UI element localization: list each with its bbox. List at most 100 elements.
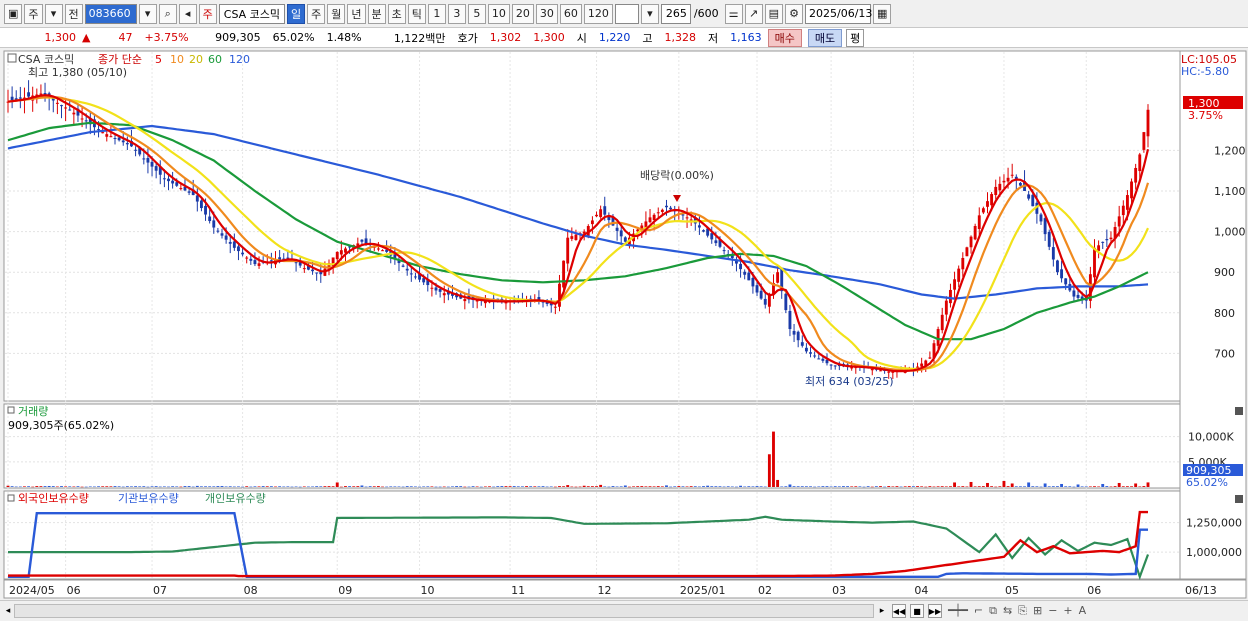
volume-bar [504,486,508,487]
candle-body [253,260,257,265]
low-label: 저 [708,31,719,45]
volume-panel-close-icon[interactable] [1235,407,1243,415]
volume-bar [315,486,319,487]
link-icon[interactable]: ⇆ [1003,604,1012,618]
volume-bar [508,486,512,487]
date-input[interactable]: 2025/06/13 [805,3,872,24]
period-button-day[interactable]: 일 [287,3,306,24]
volume-bar [368,486,372,487]
volume-bar [763,486,767,488]
turnover-pct: 1.48% [326,31,362,44]
first-page-icon[interactable]: ◀◀ [892,604,906,618]
candle-body [335,251,339,260]
candle-body [224,235,228,240]
volume-panel-icon[interactable] [7,406,15,414]
candle-body [969,236,973,248]
candle-body [648,217,652,223]
period-dropdown[interactable]: 주 [24,3,43,24]
gear-icon[interactable]: ⚙ [785,3,804,24]
volume-bar [990,486,994,487]
volume-bar [870,486,874,488]
save-icon[interactable]: ▤ [764,3,784,24]
eval-button[interactable]: 평 [846,28,865,47]
scroll-track[interactable] [14,604,874,618]
next-page-icon[interactable]: ▶▶ [928,604,942,618]
interval-button-60[interactable]: 60 [559,3,582,24]
interval-button-1[interactable]: 1 [427,3,446,24]
dropdown-arrow-icon[interactable]: ▾ [44,3,63,24]
volume-bar [10,486,14,487]
interval-button-30[interactable]: 30 [535,3,558,24]
crosshair-icon[interactable]: ⌐ [974,604,983,618]
candle-body [1027,194,1031,199]
volume-bar [204,486,207,487]
period-button-year[interactable]: 년 [347,3,366,24]
volume-bar [636,486,640,487]
volume-bar [1097,486,1101,488]
holdings-panel-icon[interactable] [7,494,15,502]
search-icon[interactable]: ⌕ [158,3,177,24]
calendar-icon[interactable]: ▦ [873,3,892,24]
volume-value: 909,305 [215,31,261,44]
scroll-left-icon[interactable]: ◂ [2,604,14,618]
code-dropdown-icon[interactable]: ▾ [138,3,157,24]
volume-bar [18,486,22,488]
code-type-button[interactable]: 전 [64,3,83,24]
date-tick-label: 06/13 [1185,584,1217,597]
period-button-week[interactable]: 주 [307,3,326,24]
bar-count-input[interactable]: 265 [660,3,691,24]
candle-body [1002,180,1006,183]
indicator-icon[interactable]: ⚌ [724,3,743,24]
volume-bar [619,486,623,487]
interval-button-5[interactable]: 5 [467,3,486,24]
period-button-minute[interactable]: 분 [367,3,386,24]
bar-max-label: /600 [693,7,719,20]
interval-dropdown-icon[interactable]: ▾ [640,3,659,24]
scroll-right-icon[interactable]: ▸ [876,604,888,618]
panel-icon[interactable] [7,53,17,63]
volume-bar [274,486,277,488]
interval-button-20[interactable]: 20 [511,3,534,24]
open-label: 시 [576,31,587,45]
stop-icon[interactable]: ■ [910,604,924,618]
interval-button-10[interactable]: 10 [487,3,510,24]
copy-icon[interactable]: ⎘ [1018,604,1027,618]
candle-body [434,287,438,291]
sell-button[interactable]: 매도 [807,28,843,47]
candle-body [422,278,426,283]
volume-bar [311,486,314,488]
period-button-second[interactable]: 초 [387,3,406,24]
dividend-annotation: 배당락(0.00%) [640,169,714,182]
layout-icon[interactable]: ▣ [4,3,23,24]
buy-button[interactable]: 매수 [767,28,802,47]
candle-body [595,214,598,217]
volume-bar [125,486,129,487]
interval-button-3[interactable]: 3 [447,3,466,24]
sound-icon[interactable]: ◂ [178,3,197,24]
legend-ma120: 120 [229,53,250,66]
date-tick-label: 10 [421,584,435,597]
stock-chart[interactable]: 7008009001,0001,1001,2005,000K10,000K1,0… [0,49,1248,600]
compare-icon[interactable]: ⧉ [989,604,997,618]
layout-split-icon[interactable]: ⊞ [1033,604,1042,618]
volume-bar [39,486,43,487]
zoom-slider-icon[interactable]: ━┿━ [948,604,968,618]
interval-custom-input[interactable] [614,3,639,24]
stock-code-input[interactable]: 083660 [84,3,137,24]
zoom-in-icon[interactable]: + [1063,604,1072,618]
period-button-tick[interactable]: 틱 [407,3,426,24]
interval-button-120[interactable]: 120 [583,3,613,24]
candle-body [1010,174,1014,176]
volume-bar [936,486,940,487]
drawing-icon[interactable]: ↗ [744,3,763,24]
period-button-month[interactable]: 월 [327,3,346,24]
volume-bar [496,486,500,487]
volume-bar [747,486,751,487]
volume-bar [1031,486,1035,487]
holdings-panel-close-icon[interactable] [1235,495,1243,503]
zoom-out-icon[interactable]: − [1048,604,1057,618]
volume-bar [833,486,837,487]
volume-bar [879,486,882,487]
volume-bar [957,486,961,487]
font-size-icon[interactable]: A [1079,604,1087,618]
